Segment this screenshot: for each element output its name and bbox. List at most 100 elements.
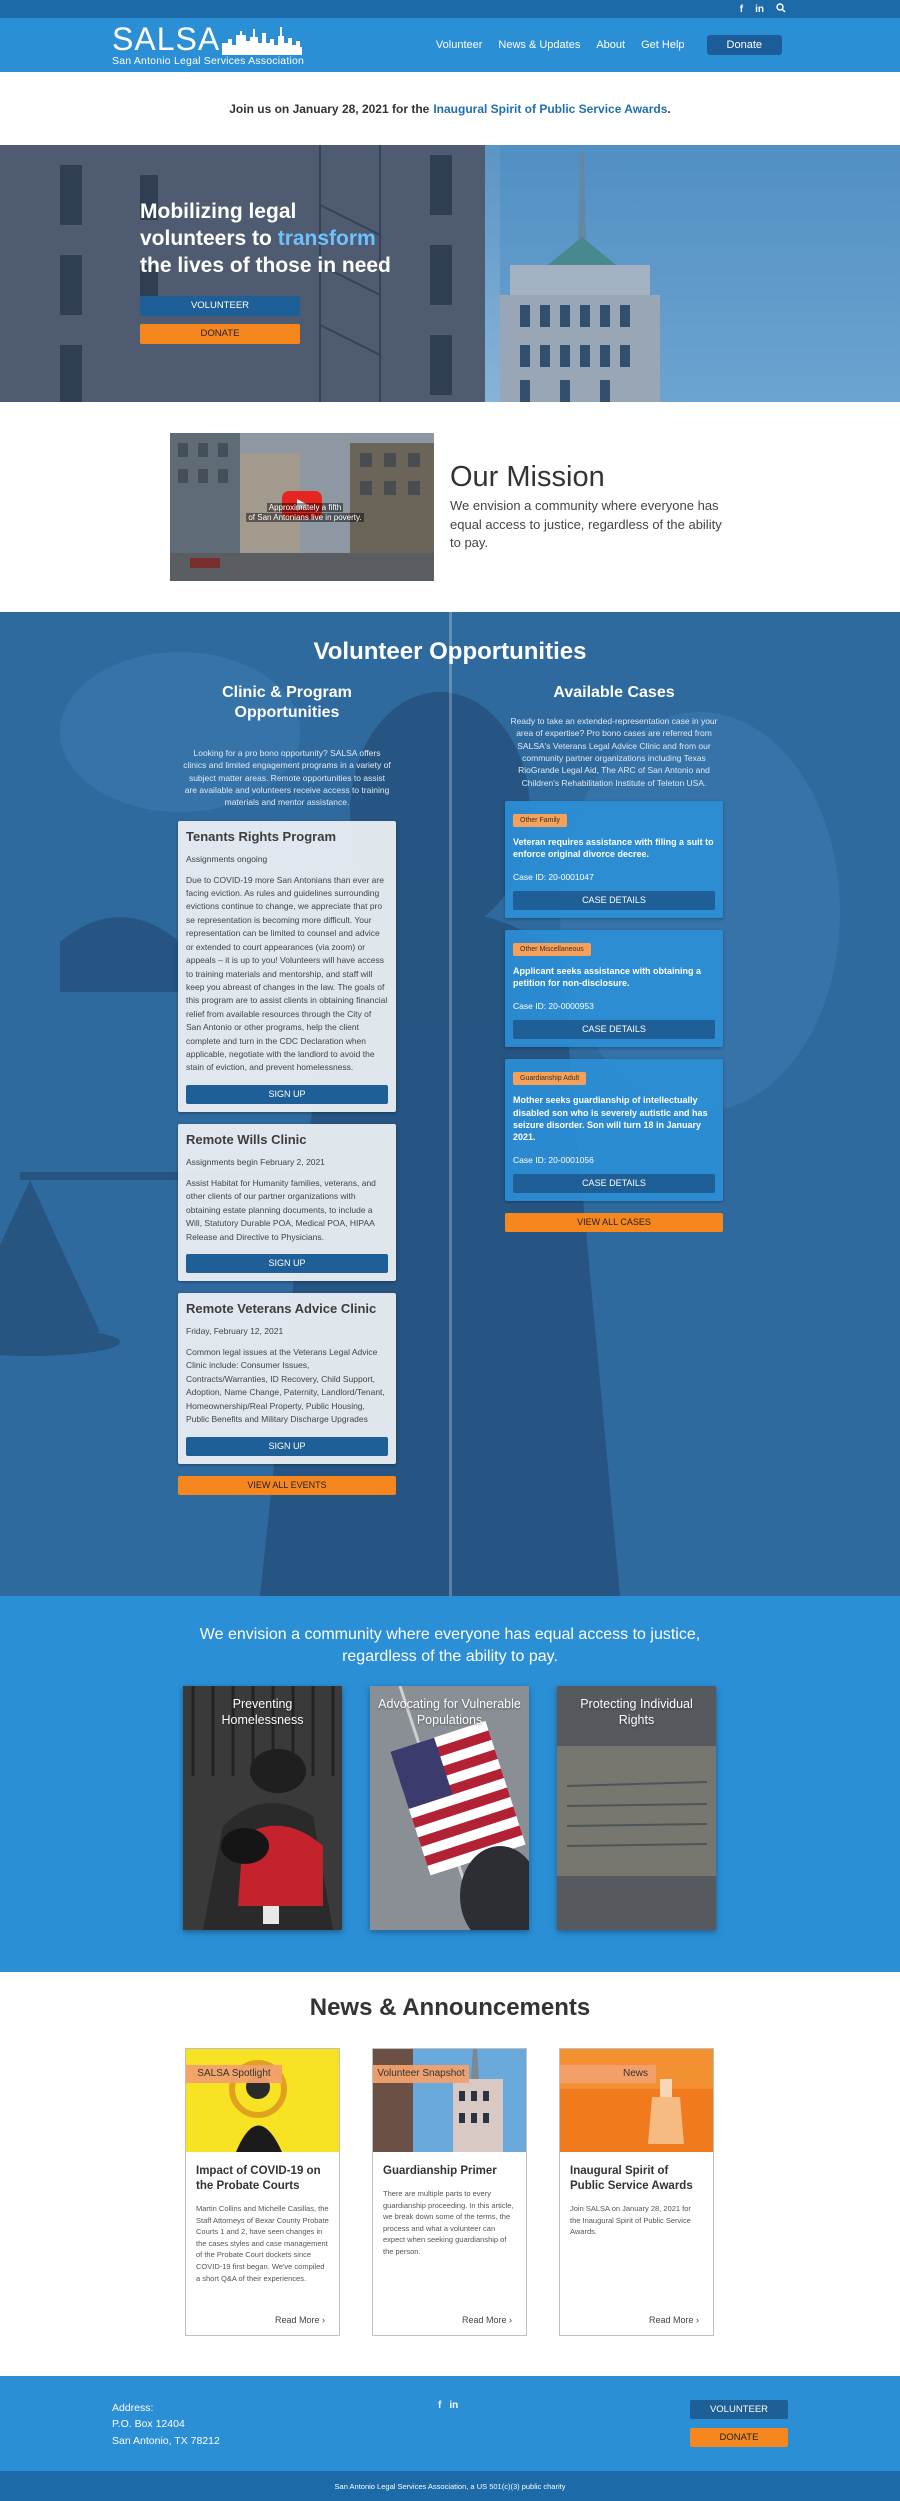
mission-section: Approximately a fifth of San Antonians l… xyxy=(0,402,900,612)
hero-volunteer-button[interactable]: VOLUNTEER xyxy=(140,295,300,316)
linkedin-icon[interactable]: in xyxy=(755,4,764,15)
clinic-opportunities-column: Clinic & Program Opportunities Looking f… xyxy=(178,683,396,1495)
read-more-link[interactable]: Read More › xyxy=(462,2315,512,2325)
case-id: Case ID: 20-0000953 xyxy=(513,1001,594,1012)
address-line: P.O. Box 12404 xyxy=(112,2418,185,2431)
nav-donate-button[interactable]: Donate xyxy=(706,35,782,55)
chevron-right-icon: › xyxy=(696,2315,699,2325)
focus-card-title: Protecting Individual Rights xyxy=(580,1697,693,1728)
news-excerpt: Join SALSA on January 28, 2021 for the I… xyxy=(570,2203,691,2237)
event-date: Assignments begin February 2, 2021 xyxy=(186,1156,325,1167)
view-all-events-button[interactable]: VIEW ALL EVENTS xyxy=(178,1475,396,1495)
hero-background-image xyxy=(0,145,900,402)
linkedin-icon[interactable]: in xyxy=(449,2400,458,2411)
read-more-link[interactable]: Read More › xyxy=(649,2315,699,2325)
event-card: Remote Veterans Advice Clinic Friday, Fe… xyxy=(178,1293,396,1464)
announcement-bar: Join us on January 28, 2021 for the Inau… xyxy=(0,72,900,145)
announcement-link[interactable]: Inaugural Spirit of Public Service Award… xyxy=(433,102,667,116)
site-footer: Address: P.O. Box 12404 San Antonio, TX … xyxy=(0,2376,900,2471)
focus-area-cards: Preventing Homelessness Advocating for V… xyxy=(183,1686,716,1930)
hero-content: Mobilizing legal volunteers to transform… xyxy=(140,199,400,344)
vision-statement: We envision a community where everyone h… xyxy=(199,1626,701,1666)
read-more-link[interactable]: Read More › xyxy=(275,2315,325,2325)
news-category-badge: SALSA Spotlight xyxy=(186,2065,282,2083)
mission-title: Our Mission xyxy=(450,460,605,493)
main-nav: Volunteer News & Updates About Get Help … xyxy=(436,35,782,55)
news-card[interactable]: SALSA Spotlight Impact of COVID-19 on th… xyxy=(185,2048,340,2336)
event-date: Friday, February 12, 2021 xyxy=(186,1326,284,1336)
case-id: Case ID: 20-0001047 xyxy=(513,872,594,883)
clinic-column-heading: Clinic & Program Opportunities xyxy=(222,684,352,721)
focus-card-homelessness[interactable]: Preventing Homelessness xyxy=(183,1686,342,1930)
event-signup-button[interactable]: SIGN UP xyxy=(186,1084,388,1104)
clinic-column-intro: Looking for a pro bono opportunity? SALS… xyxy=(183,748,391,808)
mission-text: Our Mission We envision a community wher… xyxy=(450,461,730,554)
hero-banner: Mobilizing legal volunteers to transform… xyxy=(0,145,900,402)
event-title: Tenants Rights Program xyxy=(186,828,337,844)
logo-wordmark: SALSA xyxy=(112,21,221,58)
available-cases-column: Available Cases Ready to take an extende… xyxy=(505,683,723,1232)
news-section: News & Announcements SALSA Spotlight Imp… xyxy=(0,1972,900,2376)
nav-volunteer[interactable]: Volunteer xyxy=(436,39,482,51)
event-signup-button[interactable]: SIGN UP xyxy=(186,1254,388,1273)
volunteer-section-title: Volunteer Opportunities xyxy=(313,638,587,665)
view-all-cases-button[interactable]: VIEW ALL CASES xyxy=(505,1213,723,1232)
facebook-icon[interactable]: f xyxy=(740,4,743,15)
announcement-period: . xyxy=(667,101,671,116)
address-label: Address: xyxy=(112,2402,154,2414)
site-logo[interactable]: SALSA San Antonio Legal Services Associa… xyxy=(112,23,304,67)
mission-video[interactable]: Approximately a fifth of San Antonians l… xyxy=(170,433,434,581)
focus-card-vulnerable-populations[interactable]: Advocating for Vulnerable Populations xyxy=(370,1686,529,1930)
case-summary: Applicant seeks assistance with obtainin… xyxy=(513,966,702,989)
news-title[interactable]: Guardianship Primer xyxy=(373,2152,526,2179)
chevron-right-icon: › xyxy=(509,2315,512,2325)
event-title: Remote Wills Clinic xyxy=(186,1131,307,1147)
top-bar: f in xyxy=(0,0,900,18)
column-divider xyxy=(449,612,452,1596)
copyright-text: San Antonio Legal Services Association, … xyxy=(334,2481,566,2491)
chevron-right-icon: › xyxy=(322,2315,325,2325)
hero-donate-button[interactable]: DONATE xyxy=(140,323,300,344)
news-title[interactable]: Impact of COVID-19 on the Probate Courts xyxy=(186,2152,339,2194)
news-card[interactable]: Volunteer Snapshot Guardianship Primer T… xyxy=(372,2048,527,2336)
case-card: Other Family Veteran requires assistance… xyxy=(505,800,723,919)
case-details-button[interactable]: CASE DETAILS xyxy=(513,1174,715,1193)
news-section-title: News & Announcements xyxy=(309,1994,591,2021)
news-category-badge: Volunteer Snapshot xyxy=(373,2065,469,2083)
event-description: Common legal issues at the Veterans Lega… xyxy=(186,1347,385,1425)
event-date: Assignments ongoing xyxy=(186,853,268,864)
focus-card-title: Advocating for Vulnerable Populations xyxy=(378,1697,521,1728)
site-header: SALSA San Antonio Legal Services Associa… xyxy=(0,18,900,72)
nav-news-updates[interactable]: News & Updates xyxy=(498,39,580,51)
focus-card-individual-rights[interactable]: Protecting Individual Rights xyxy=(557,1686,716,1930)
facebook-icon[interactable]: f xyxy=(438,2400,441,2411)
address-line: San Antonio, TX 78212 xyxy=(112,2434,220,2447)
nav-get-help[interactable]: Get Help xyxy=(641,39,684,51)
footer-donate-button[interactable]: DONATE xyxy=(690,2428,788,2447)
case-details-button[interactable]: CASE DETAILS xyxy=(513,891,715,911)
news-excerpt: Martin Collins and Michelle Casillas, th… xyxy=(196,2203,329,2283)
video-caption: Approximately a fifth of San Antonians l… xyxy=(246,503,364,522)
event-signup-button[interactable]: SIGN UP xyxy=(186,1436,388,1456)
nav-about[interactable]: About xyxy=(596,39,625,51)
news-title[interactable]: Inaugural Spirit of Public Service Award… xyxy=(560,2152,713,2194)
vision-section: We envision a community where everyone h… xyxy=(0,1596,900,1972)
skyline-icon xyxy=(222,27,303,56)
news-card-image: News xyxy=(560,2049,713,2152)
hero-highlight-word: transform xyxy=(277,226,376,250)
event-description: Assist Habitat for Humanity families, ve… xyxy=(186,1177,376,1242)
case-category-badge: Other Miscellaneous xyxy=(513,943,591,957)
event-title: Remote Veterans Advice Clinic xyxy=(186,1301,377,1316)
footer-social: f in xyxy=(438,2400,458,2411)
case-card: Other Miscellaneous Applicant seeks assi… xyxy=(505,930,723,1048)
news-excerpt: There are multiple parts to every guardi… xyxy=(383,2188,514,2257)
case-summary: Mother seeks guardianship of intellectua… xyxy=(513,1095,708,1142)
news-card[interactable]: News Inaugural Spirit of Public Service … xyxy=(559,2048,714,2336)
search-icon[interactable] xyxy=(776,2,786,16)
news-category-badge: News xyxy=(560,2065,656,2083)
case-details-button[interactable]: CASE DETAILS xyxy=(513,1020,715,1040)
news-card-image: Volunteer Snapshot xyxy=(373,2049,526,2152)
case-category-badge: Guardianship Adult xyxy=(513,1072,587,1086)
footer-volunteer-button[interactable]: VOLUNTEER xyxy=(690,2400,788,2419)
hero-headline: Mobilizing legal volunteers to transform… xyxy=(140,200,391,277)
